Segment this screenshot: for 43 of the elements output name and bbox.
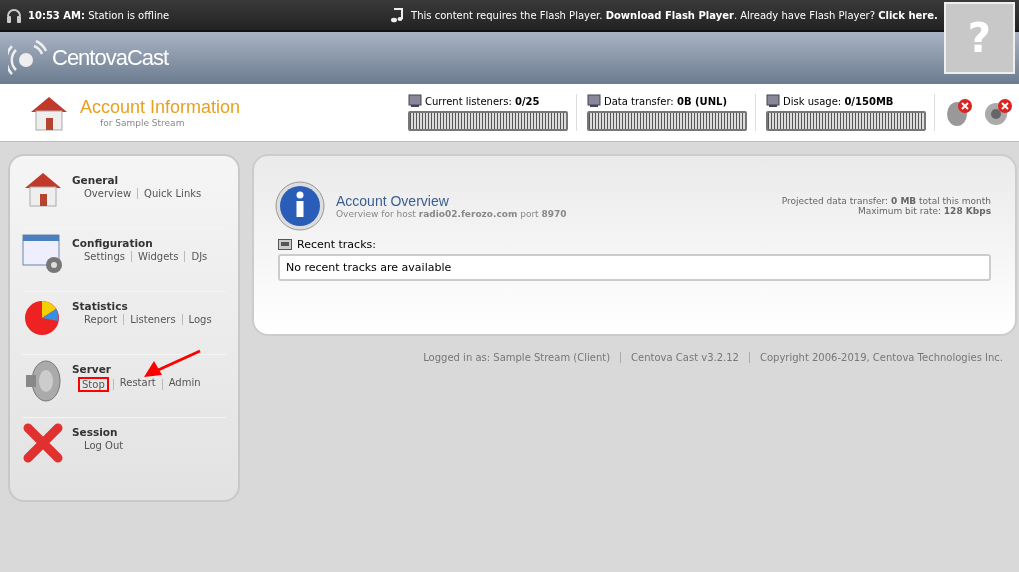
logo-text: CentovaCast xyxy=(52,45,169,71)
footer-text: Copyright 2006-2019, Centova Technologies Inc. xyxy=(759,352,1003,363)
meter-icon xyxy=(408,94,422,108)
info-icon xyxy=(274,180,326,232)
max-bitrate: Maximum bit rate: 128 Kbps xyxy=(857,206,991,216)
status-text: 10:53 AM: Station is offline xyxy=(28,9,170,21)
section-title: Session xyxy=(72,426,119,438)
account-subtitle: for Sample Stream xyxy=(99,118,186,128)
overview-title: Account Overview xyxy=(336,193,450,209)
account-title: Account Information xyxy=(80,97,241,118)
footer-text: Centova Cast v3.2.12 xyxy=(631,352,739,363)
meter-label: Current listeners: 0/25 xyxy=(425,95,540,107)
sidebar-link[interactable]: DJs xyxy=(189,251,210,262)
sidebar-link[interactable]: Admin xyxy=(166,377,203,392)
close-icon xyxy=(22,422,64,464)
section-title: Statistics xyxy=(72,300,129,312)
flash-notice: This content requires the Flash Player. Download Flash Player. Already have Flash Player? Click here. xyxy=(411,9,938,21)
recent-tracks-label: Recent tracks: xyxy=(297,238,376,251)
overview-subtitle: Overview for host radio02.ferozo.com port 8970 xyxy=(336,209,568,219)
tracks-icon xyxy=(278,239,292,250)
footer-text: Logged in as: Sample Stream (Client) xyxy=(423,352,611,363)
meter-icon xyxy=(587,94,601,108)
projected-transfer: Projected data transfer: 0 MB total this month xyxy=(781,196,991,206)
sidebar-link[interactable]: Restart xyxy=(117,377,158,392)
sidebar-link[interactable]: Settings xyxy=(82,251,127,262)
section-title: Server xyxy=(72,363,112,375)
settings-window-icon xyxy=(22,233,64,275)
sidebar-link[interactable]: Widgets xyxy=(136,251,181,262)
sidebar-link[interactable]: Report xyxy=(82,314,120,325)
section-title: General xyxy=(72,174,120,186)
sidebar-link[interactable]: Stop xyxy=(78,377,109,392)
section-title: Configuration xyxy=(72,237,154,249)
meter-label: Disk usage: 0/150MB xyxy=(783,95,894,107)
music-note-icon xyxy=(391,7,404,23)
meter-icon xyxy=(766,94,780,108)
sidebar-link[interactable]: Logs xyxy=(186,314,214,325)
meter-label: Data transfer: 0B (UNL) xyxy=(604,95,727,107)
sidebar-link[interactable]: Log Out xyxy=(82,440,126,451)
headphones-icon xyxy=(6,6,22,24)
sidebar-link[interactable]: Listeners xyxy=(128,314,178,325)
sidebar-link[interactable]: Quick Links xyxy=(142,188,204,199)
recent-tracks-box: No recent tracks are available xyxy=(278,254,991,281)
sidebar-link[interactable]: Overview xyxy=(82,188,134,199)
